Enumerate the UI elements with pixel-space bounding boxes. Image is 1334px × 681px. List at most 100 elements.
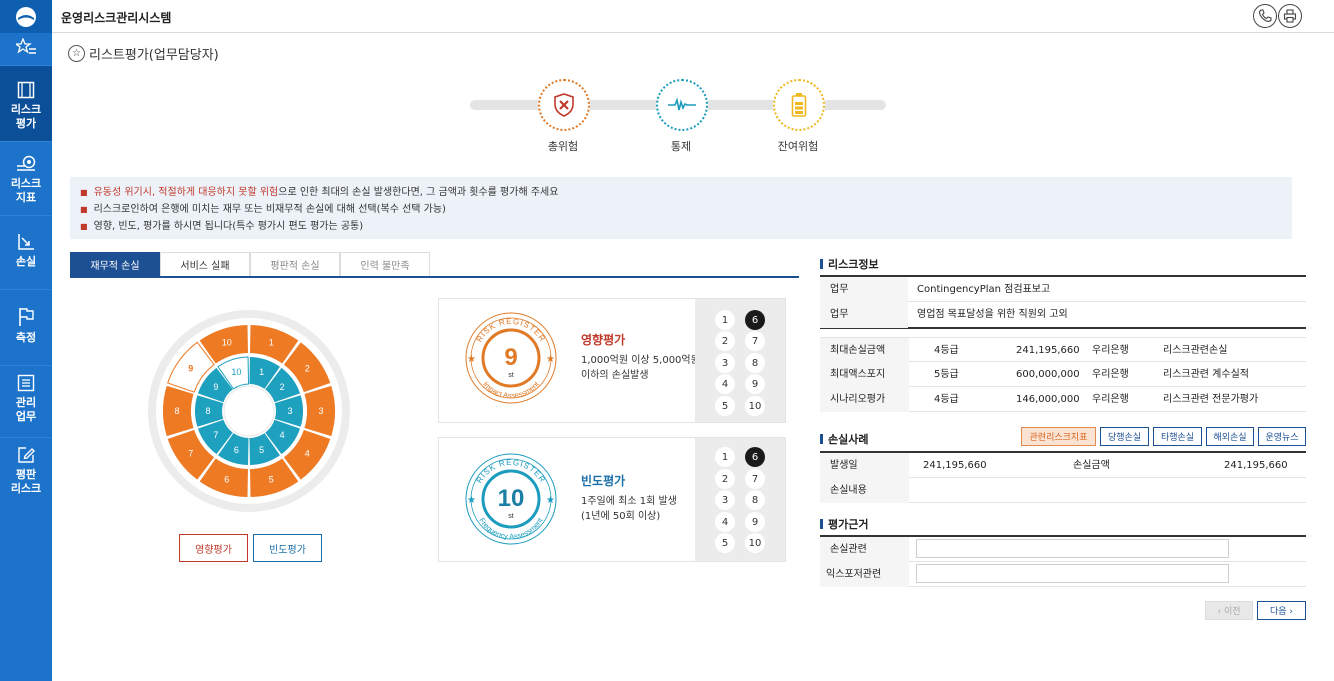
own-bank-loss-button[interactable]: 당행손실	[1100, 427, 1149, 446]
grade-option[interactable]: 7	[745, 469, 765, 489]
notice-line: ■ 유동성 위기시, 적절하게 대응하지 못할 위험 으로 인한 최대의 손실 발생…	[80, 184, 1292, 201]
grade-option[interactable]: 1	[715, 447, 735, 467]
overseas-loss-button[interactable]: 해외손실	[1206, 427, 1254, 446]
row-value: 영업점 목표달성을 위한 직원외 고외	[917, 309, 1068, 320]
grid-cell-grade: 5등급	[934, 369, 959, 380]
grade-option[interactable]: 8	[745, 490, 765, 510]
app-title: 운영리스크관리시스템	[61, 11, 172, 25]
section-title-text: 리스크정보	[828, 258, 879, 271]
tab-service-failure[interactable]: 서비스 실패	[160, 252, 250, 276]
tab-staff-dissatisfaction[interactable]: 인력 불만족	[340, 252, 430, 276]
row-label: 발생일	[820, 453, 909, 478]
exposure-related-input[interactable]	[916, 564, 1229, 583]
grade-option[interactable]: 3	[715, 490, 735, 510]
grade-option[interactable]: 7	[745, 331, 765, 351]
grid-cell-grade: 4등급	[934, 394, 959, 405]
grade-option[interactable]: 10	[745, 396, 765, 416]
inner-segment-label: 9	[213, 382, 218, 392]
step-residual-risk[interactable]	[773, 79, 825, 131]
grade-option[interactable]: 10	[745, 533, 765, 553]
film-icon	[17, 81, 35, 99]
table-row: 최대손실금액 4등급 241,195,660 우리은행 리스크관련손실	[820, 337, 1306, 363]
frequency-card: RISK REGISTER Frequency Assessment ★ ★ 1…	[438, 437, 786, 562]
grade-option[interactable]: 9	[745, 512, 765, 532]
next-button[interactable]: 다음 ›	[1257, 601, 1306, 620]
grid-cell-bank: 우리은행	[1092, 345, 1129, 356]
grade-option-selected[interactable]: 6	[745, 447, 765, 467]
page-title: ☆ 리스트평가(업무담당자)	[68, 44, 219, 63]
phone-button[interactable]	[1253, 4, 1277, 28]
list-icon	[17, 374, 35, 392]
sidebar-item-reputation[interactable]: 평판 리스크	[0, 438, 52, 510]
operation-news-button[interactable]: 운영뉴스	[1258, 427, 1306, 446]
row-label: 손실내용	[820, 478, 909, 503]
sidebar-item-management[interactable]: 관리 업무	[0, 366, 52, 438]
star-icon[interactable]: ☆	[68, 45, 85, 62]
notice-text: 리스크로인하여 은행에 미치는 재무 또는 비재무적 손실에 대해 선택(복수 …	[93, 204, 446, 215]
impact-description: 1,000억원 이상 5,000억원 이하의 손실발생	[581, 355, 700, 381]
sidebar-item-risk-indicator[interactable]: 리스크 지표	[0, 142, 52, 216]
sidebar-label: 관리	[15, 396, 37, 409]
assessment-wheel[interactable]: 1 2 3 4 5 6 7 8 9 10 1 2 3 4 5 6 7 8 9 10	[147, 309, 351, 513]
inner-segment-label: 3	[287, 406, 292, 416]
loss-related-input[interactable]	[916, 539, 1229, 558]
step-total-risk[interactable]	[538, 79, 590, 131]
grade-option[interactable]: 9	[745, 374, 765, 394]
app-logo[interactable]	[0, 0, 52, 33]
grade-option[interactable]: 5	[715, 396, 735, 416]
battery-icon	[791, 93, 807, 117]
sidebar-label: 업무	[15, 410, 37, 423]
grade-option[interactable]: 1	[715, 310, 735, 330]
sidebar-item-favorites[interactable]	[0, 33, 52, 66]
svg-text:9: 9	[504, 344, 517, 371]
edit-icon	[18, 447, 35, 463]
impact-grade-picker: 1 6 2 7 3 8 4 9 5 10	[695, 299, 785, 422]
row-label: 업무	[820, 302, 908, 328]
grade-option-selected[interactable]: 6	[745, 310, 765, 330]
grid-cell-bank: 우리은행	[1092, 394, 1129, 405]
frequency-badge: RISK REGISTER Frequency Assessment ★ ★ 1…	[465, 453, 557, 545]
svg-text:st: st	[508, 372, 514, 379]
sidebar-item-measure[interactable]: 측정	[0, 290, 52, 366]
table-row: 발생일 241,195,660 손실금액 241,195,660	[820, 453, 1306, 478]
grid-cell-label: 시나리오평가	[820, 387, 909, 412]
notice-highlight: 유동성 위기시, 적절하게 대응하지 못할 위험	[93, 187, 279, 198]
impact-assessment-button[interactable]: 영향평가	[179, 534, 248, 562]
print-button[interactable]	[1278, 4, 1302, 28]
sidebar-label: 리스크	[10, 482, 42, 495]
grade-option[interactable]: 2	[715, 331, 735, 351]
sidebar-item-risk-assessment[interactable]: 리스크 평가	[0, 66, 52, 142]
tab-financial-loss[interactable]: 재무적 손실	[70, 252, 160, 276]
grade-option[interactable]: 2	[715, 469, 735, 489]
table-row: 손실내용	[820, 478, 1306, 503]
basis-title: 평가근거	[820, 516, 868, 532]
svg-text:st: st	[508, 513, 514, 520]
row-label: 손실관련	[820, 537, 909, 562]
outer-segment-label: 8	[174, 406, 179, 416]
sidebar-item-loss[interactable]: 손실	[0, 216, 52, 290]
sidebar-label: 리스크	[10, 103, 42, 116]
step-control[interactable]	[656, 79, 708, 131]
frequency-assessment-button[interactable]: 빈도평가	[253, 534, 322, 562]
grade-option[interactable]: 4	[715, 374, 735, 394]
step-label: 잔여위험	[777, 140, 819, 153]
grid-cell-label: 최대손실금액	[820, 338, 909, 363]
grade-option[interactable]: 3	[715, 353, 735, 373]
impact-title: 영향평가	[581, 333, 626, 347]
table-row: 시나리오평가 4등급 146,000,000 우리은행 리스크관련 전문가평가	[820, 387, 1306, 412]
row-label: 손실금액	[1073, 460, 1110, 471]
sidebar-label: 손실	[15, 255, 37, 268]
svg-text:10: 10	[498, 485, 525, 512]
grid-cell-grade: 4등급	[934, 345, 959, 356]
loss-type-tabs: 재무적 손실 서비스 실패 평판적 손실 인력 불만족	[70, 252, 799, 278]
related-risk-indicator-button[interactable]: 관련리스크지표	[1021, 427, 1096, 446]
tab-reputation-loss[interactable]: 평판적 손실	[250, 252, 340, 276]
outer-segment-label: 5	[269, 474, 274, 484]
section-title-text: 평가근거	[828, 518, 869, 531]
grade-option[interactable]: 4	[715, 512, 735, 532]
grade-option[interactable]: 8	[745, 353, 765, 373]
other-bank-loss-button[interactable]: 타행손실	[1153, 427, 1202, 446]
prev-button[interactable]: ‹ 이전	[1205, 601, 1253, 620]
row-value: ContingencyPlan 점검표보고	[917, 284, 1051, 295]
grade-option[interactable]: 5	[715, 533, 735, 553]
